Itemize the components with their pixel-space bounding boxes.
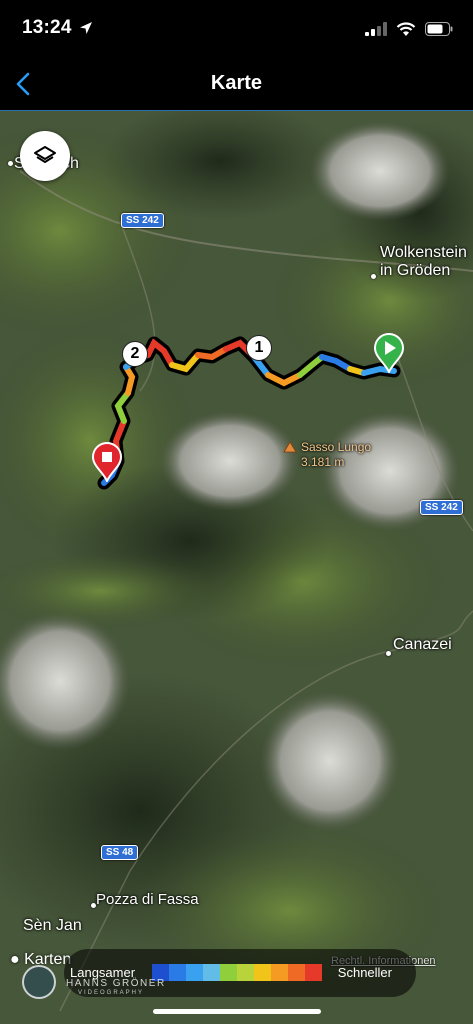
legend-swatch-10 — [305, 964, 322, 981]
battery-icon — [425, 22, 453, 36]
road-shield: SS 48 — [101, 845, 139, 860]
home-indicator[interactable] — [153, 1009, 321, 1014]
watermark-sub: VIDEOGRAPHY — [78, 990, 145, 996]
status-icons — [365, 19, 453, 39]
watermark: HANNS GRÖNER VIDEOGRAPHY — [22, 961, 182, 1001]
peak-label-sasso-lungo: Sasso Lungo — [301, 440, 372, 454]
wifi-icon — [396, 21, 416, 36]
layers-icon — [34, 146, 56, 163]
road-shield: SS 242 — [121, 213, 164, 228]
place-label-wolkenstein-line2: in Gröden — [380, 262, 451, 279]
place-label-sen-jan: Sèn Jan — [23, 917, 82, 934]
city-dot — [8, 161, 13, 166]
cellular-signal-icon — [365, 22, 387, 36]
legend-swatch-5 — [220, 964, 237, 981]
map-layers-button[interactable] — [20, 131, 70, 181]
place-label-pozza: Pozza di Fassa — [96, 891, 199, 908]
place-label-canazei: Canazei — [393, 636, 452, 653]
legend-swatch-3 — [186, 964, 203, 981]
peak-height-sasso-lungo: 3.181 m — [301, 455, 345, 469]
finish-marker-icon[interactable] — [91, 442, 123, 482]
legend-swatch-7 — [254, 964, 271, 981]
watermark-name: HANNS GRÖNER — [66, 978, 166, 989]
location-arrow-icon — [80, 22, 92, 34]
place-label-wolkenstein-line1: Wolkenstein — [380, 244, 467, 261]
mountain-peak-icon — [283, 441, 297, 453]
navigation-bar: Karte — [0, 58, 473, 111]
map-view[interactable]: St. Ulrich Wolkenstein in Gröden Sasso L… — [0, 111, 473, 1024]
status-bar: 13:24 — [0, 0, 473, 58]
watermark-logo-icon — [22, 965, 56, 999]
legend-swatch-8 — [271, 964, 288, 981]
city-dot — [386, 651, 391, 656]
legend-swatch-4 — [203, 964, 220, 981]
page-title: Karte — [210, 72, 263, 94]
lap-marker-2[interactable]: 2 — [122, 341, 148, 367]
legend-faster-label: Schneller — [337, 965, 392, 980]
start-marker-icon[interactable] — [373, 333, 405, 373]
lap-marker-1[interactable]: 1 — [246, 335, 272, 361]
apple-logo-icon: ● — [10, 951, 20, 968]
legend-swatch-9 — [288, 964, 305, 981]
status-time: 13:24 — [22, 17, 72, 38]
city-dot — [371, 274, 376, 279]
road-shield: SS 242 — [420, 500, 463, 515]
legend-swatch-6 — [237, 964, 254, 981]
